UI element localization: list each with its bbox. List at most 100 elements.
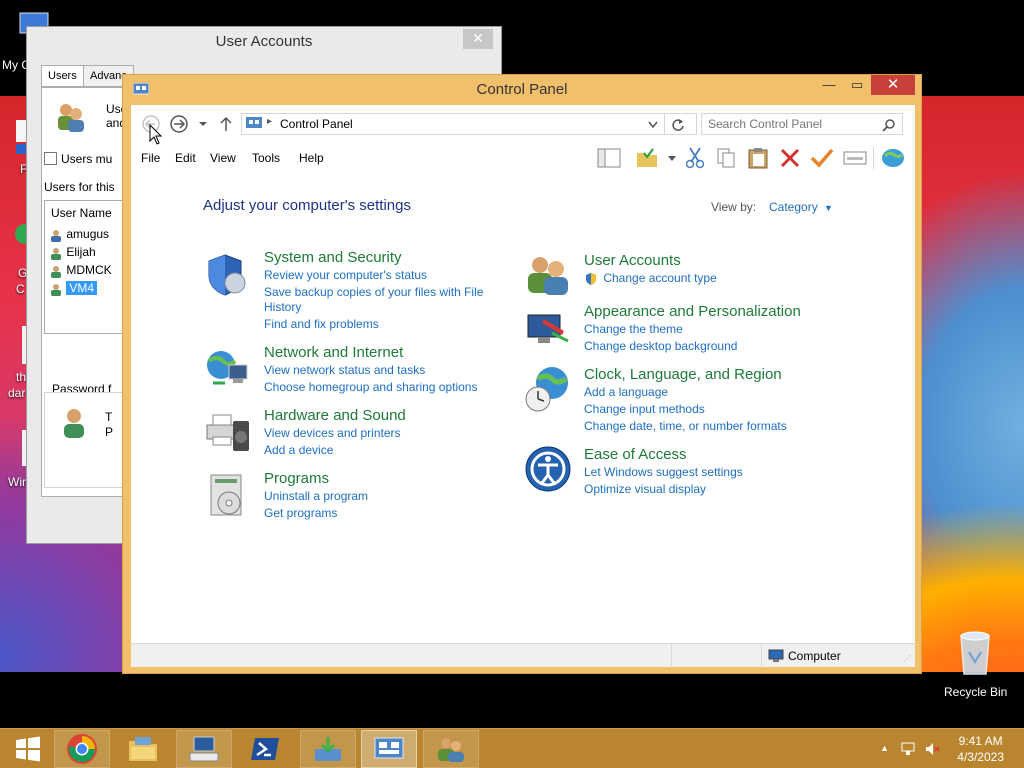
printer-icon[interactable]: [203, 407, 251, 455]
start-button[interactable]: [0, 730, 56, 768]
control-panel-window[interactable]: Control Panel — ▭ ✕ ▸ Control Panel Sear…: [122, 74, 922, 674]
globe-icon[interactable]: [880, 147, 906, 169]
copy-icon[interactable]: [715, 147, 737, 169]
control-panel-titlebar[interactable]: Control Panel — ▭ ✕: [123, 75, 921, 103]
user-name: Elijah: [66, 245, 96, 259]
search-box[interactable]: [701, 113, 903, 135]
homegroup-link[interactable]: Choose homegroup and sharing options: [264, 379, 477, 396]
view-by-dropdown[interactable]: Category ▼: [769, 200, 833, 214]
network-internet-link[interactable]: Network and Internet: [264, 344, 477, 362]
programs-link[interactable]: Programs: [264, 470, 368, 488]
breadcrumb-chevron-icon[interactable]: ▸: [267, 116, 272, 127]
close-button[interactable]: ✕: [871, 75, 915, 95]
powershell-icon: [251, 738, 279, 760]
preview-pane-icon[interactable]: [597, 147, 621, 169]
recycle-bin[interactable]: Recycle Bin: [944, 628, 1007, 699]
up-arrow-icon[interactable]: [219, 116, 233, 132]
forward-arrow-icon[interactable]: [169, 114, 189, 134]
suggest-settings-link[interactable]: Let Windows suggest settings: [584, 464, 743, 481]
clock-globe-icon[interactable]: [524, 365, 572, 413]
taskbar-powershell[interactable]: [237, 730, 293, 768]
resize-grip-icon[interactable]: ⋰: [903, 654, 911, 663]
user-name: VM4: [66, 281, 98, 295]
minimize-button[interactable]: —: [815, 75, 843, 95]
recent-locations-chevron-icon[interactable]: [198, 119, 208, 129]
change-theme-link[interactable]: Change the theme: [584, 321, 801, 338]
category-appearance: Appearance and Personalization Change th…: [584, 303, 801, 355]
taskbar-chrome[interactable]: [54, 730, 110, 768]
input-methods-link[interactable]: Change input methods: [584, 401, 787, 418]
properties-icon[interactable]: [843, 147, 867, 169]
show-hidden-icons-icon[interactable]: ▲: [880, 743, 889, 753]
volume-muted-icon[interactable]: [924, 741, 940, 757]
taskbar-remote-desktop[interactable]: [176, 730, 232, 768]
date-formats-link[interactable]: Change date, time, or number formats: [584, 418, 787, 435]
delete-icon[interactable]: [779, 147, 801, 169]
user-accounts-link[interactable]: User Accounts: [584, 252, 717, 270]
backup-link-history[interactable]: History: [264, 299, 483, 316]
paste-icon[interactable]: [747, 147, 769, 169]
find-fix-problems-link[interactable]: Find and fix problems: [264, 316, 483, 333]
shield-icon[interactable]: [203, 251, 251, 299]
cut-icon[interactable]: [686, 147, 704, 169]
optimize-display-link[interactable]: Optimize visual display: [584, 481, 743, 498]
address-bar[interactable]: ▸ Control Panel: [241, 113, 697, 135]
change-account-type-link[interactable]: Change account type: [603, 271, 716, 285]
clock-region-link[interactable]: Clock, Language, and Region: [584, 366, 787, 384]
list-item-selected[interactable]: VM4: [49, 281, 98, 296]
uac-shield-icon: [586, 272, 596, 285]
menu-bar: File Edit View Tools Help: [131, 143, 915, 175]
list-item[interactable]: amugus: [49, 227, 109, 242]
maximize-button[interactable]: ▭: [843, 75, 871, 95]
list-item[interactable]: Elijah: [49, 245, 96, 260]
add-device-link[interactable]: Add a device: [264, 442, 406, 459]
ease-of-access-icon[interactable]: [524, 445, 572, 493]
menu-tools[interactable]: Tools: [252, 151, 280, 165]
review-status-link[interactable]: Review your computer's status: [264, 267, 483, 284]
menu-edit[interactable]: Edit: [175, 151, 196, 165]
tab-users[interactable]: Users: [41, 65, 84, 87]
search-input[interactable]: [708, 117, 878, 131]
list-item[interactable]: MDMCK: [49, 263, 112, 278]
users-icon: [438, 738, 464, 762]
system-security-link[interactable]: System and Security: [264, 249, 483, 267]
address-dropdown-icon[interactable]: [648, 121, 658, 129]
appearance-icon[interactable]: [524, 305, 572, 353]
refresh-icon[interactable]: [671, 118, 685, 132]
taskbar-user-accounts[interactable]: [423, 730, 479, 768]
menu-view[interactable]: View: [210, 151, 236, 165]
devices-printers-link[interactable]: View devices and printers: [264, 425, 406, 442]
toolbar-dropdown-icon[interactable]: [667, 155, 677, 163]
taskbar-download-app[interactable]: [300, 730, 356, 768]
folder-checkmark-icon[interactable]: [636, 147, 658, 169]
ease-of-access-link[interactable]: Ease of Access: [584, 446, 743, 464]
chrome-icon: [67, 734, 97, 764]
programs-icon[interactable]: [203, 471, 251, 519]
user-accounts-close-button[interactable]: ✕: [463, 29, 493, 49]
category-clock-region: Clock, Language, and Region Add a langua…: [584, 366, 787, 435]
network-status-icon[interactable]: [900, 741, 916, 757]
network-icon[interactable]: [203, 345, 251, 393]
taskbar-file-explorer[interactable]: [115, 730, 171, 768]
uninstall-program-link[interactable]: Uninstall a program: [264, 488, 368, 505]
change-background-link[interactable]: Change desktop background: [584, 338, 801, 355]
search-icon[interactable]: [882, 118, 896, 132]
menu-help[interactable]: Help: [299, 151, 324, 165]
user-name-column-header[interactable]: User Name: [51, 206, 112, 220]
appearance-link[interactable]: Appearance and Personalization: [584, 303, 801, 321]
control-panel-location-icon: [246, 117, 262, 128]
category-network-internet: Network and Internet View network status…: [264, 344, 477, 396]
desktop-label-c: C: [16, 282, 25, 296]
get-programs-link[interactable]: Get programs: [264, 505, 368, 522]
add-language-link[interactable]: Add a language: [584, 384, 787, 401]
checkmark-icon[interactable]: [810, 147, 834, 169]
breadcrumb-control-panel[interactable]: Control Panel: [280, 117, 353, 131]
clock[interactable]: 9:41 AM 4/3/2023: [957, 733, 1004, 765]
users-must-checkbox[interactable]: [44, 152, 57, 165]
mouse-cursor-icon: [149, 124, 163, 145]
network-status-link[interactable]: View network status and tasks: [264, 362, 477, 379]
user-accounts-icon[interactable]: [524, 251, 572, 299]
menu-file[interactable]: File: [141, 151, 160, 165]
hardware-sound-link[interactable]: Hardware and Sound: [264, 407, 406, 425]
taskbar-control-panel[interactable]: [361, 730, 417, 768]
